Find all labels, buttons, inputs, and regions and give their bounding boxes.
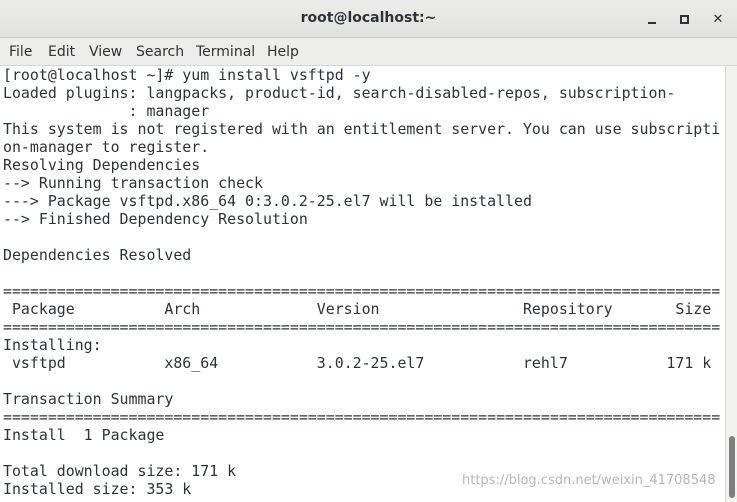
terminal-line: Total download size: 171 k [3,462,237,480]
terminal-line: This system is not registered with an en… [3,120,721,138]
watermark: https://blog.csdn.net/weixin_41708548 [462,473,716,488]
close-icon: ✕ [712,11,724,27]
vertical-scrollbar[interactable] [725,66,737,502]
terminal-line: : manager [3,102,210,120]
terminal-line: Dependencies Resolved [3,246,192,264]
terminal-line: Transaction Summary [3,390,174,408]
table-row-line: vsftpd x86_64 3.0.2-25.el7 rehl7 171 k [3,354,712,372]
menu-search[interactable]: Search [136,44,184,60]
terminal-line: Installing: [3,336,102,354]
table-header-line: Package Arch Version Repository Size [3,300,712,318]
menu-edit[interactable]: Edit [48,44,75,60]
window-title: root@localhost:~ [300,10,437,26]
maximize-button[interactable] [674,9,694,29]
terminal-line: --> Running transaction check [3,174,263,192]
menu-file[interactable]: File [9,44,32,60]
terminal-line: ---> Package vsftpd.x86_64 0:3.0.2-25.el… [3,192,532,210]
separator-line: ========================================… [3,282,721,300]
close-button[interactable]: ✕ [708,9,728,29]
terminal-line: [root@localhost ~]# yum install vsftpd -… [3,66,371,84]
terminal-line: --> Finished Dependency Resolution [3,210,308,228]
separator-line: ========================================… [3,318,721,336]
terminal-line: Loaded plugins: langpacks, product-id, s… [3,84,676,102]
menu-bar: File Edit View Search Terminal Help [0,39,737,66]
terminal-line: Resolving Dependencies [3,156,201,174]
separator-line: ========================================… [3,408,721,426]
menu-view[interactable]: View [89,44,122,60]
maximize-icon [679,14,689,24]
terminal-output[interactable]: [root@localhost ~]# yum install vsftpd -… [0,66,725,502]
menu-terminal[interactable]: Terminal [196,44,255,60]
terminal-line: Install 1 Package [3,426,165,444]
scrollbar-thumb[interactable] [729,436,735,498]
minimize-icon [648,22,656,24]
menu-help[interactable]: Help [267,44,299,60]
minimize-button[interactable] [642,9,662,29]
title-bar: root@localhost:~ ✕ [0,0,737,38]
terminal-line: on-manager to register. [3,138,210,156]
terminal-line: Installed size: 353 k [3,480,192,498]
